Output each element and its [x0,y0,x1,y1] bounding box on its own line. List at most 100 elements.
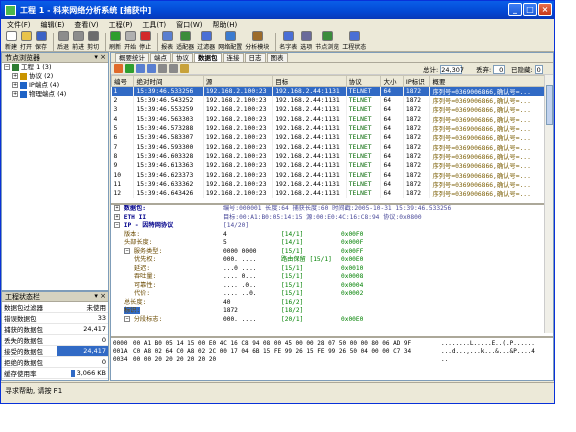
packet-row[interactable]: 7 15:39:46.593300 192.168.2.100:23 192.168.… [111,142,553,152]
tree-item[interactable]: + 协议 (2) [2,72,108,81]
decode-row[interactable]: 代价: .... ..0. [15/1] 0x0002 [111,290,545,299]
decode-row[interactable]: 延迟: ...0 .... [15/1] 0x0010 [111,265,545,274]
column-header[interactable]: 协议 [345,75,382,87]
column-icon[interactable] [158,64,167,73]
export-icon[interactable] [169,64,178,73]
cut-icon [87,31,99,41]
menu-item[interactable]: 文件(F) [7,20,31,30]
toolbar-separator [105,33,107,51]
expand-icon[interactable]: − [124,247,130,254]
stop-button[interactable]: 停止 [139,31,151,51]
menu-item[interactable]: 工程(P) [109,20,133,30]
packet-cell: 1872 [403,86,431,96]
menu-item[interactable]: 窗口(W) [176,20,202,30]
tab-5[interactable]: 日志 [244,53,266,62]
column-header[interactable]: 目标 [272,75,347,87]
adapter-button[interactable]: 适配器 [176,31,194,51]
menu-item[interactable]: 工具(T) [142,20,166,30]
project-status-button[interactable]: 工程状态 [342,31,366,51]
tree-item[interactable]: + IP端点 (4) [2,81,108,90]
decode-row[interactable]: 优先权: 000. .... 路由保留 [15/1] 0x00E0 [111,256,545,265]
refresh-button[interactable]: 刷新 [109,31,121,51]
new-button[interactable]: 新建 [5,31,17,51]
decode-row[interactable]: + 数据包: 编号:000001 长度:64 捕获长度:60 时间戳:2005-1… [111,205,545,214]
prev-icon[interactable] [114,64,123,73]
close-button[interactable]: × [538,3,552,16]
tree-item-label: 物理端点 (4) [29,90,67,98]
decode-row[interactable]: 标识: 1872 [18/2] [111,307,545,316]
forward-button[interactable]: 前进 [72,31,84,51]
expand-icon[interactable]: − [124,315,130,322]
tab-2[interactable]: 协议 [172,53,193,62]
decode-row[interactable]: 可靠性: .... .0.. [15/1] 0x0004 [111,282,545,291]
decode-icon[interactable] [180,64,189,73]
network-config-button[interactable]: 网络配置 [218,31,242,51]
open-button[interactable]: 打开 [20,31,32,51]
packet-row[interactable]: 9 15:39:46.613363 192.168.2.100:23 192.168.… [111,161,553,171]
decode-row[interactable]: + ETH II 目标:00:A1:B0:05:14:15 源:00:E0:4C:… [111,213,545,223]
packet-row[interactable]: 12 15:39:46.643426 192.168.2.100:23 192.168… [111,188,553,199]
menu-item[interactable]: 帮助(H) [212,20,237,30]
decode-row[interactable]: 吞吐量: .... 0... [15/1] 0x0008 [111,273,545,282]
find-icon[interactable] [147,64,156,73]
packet-row[interactable]: 11 15:39:46.633362 192.168.2.100:23 192.168… [111,179,553,189]
tab-0[interactable]: 概要统计 [115,53,149,62]
packet-row[interactable]: 1 15:39:46.533256 192.168.2.100:23 192.168.… [111,86,553,96]
module-button[interactable]: 分析模块 [245,31,269,51]
packet-row[interactable]: 10 15:39:46.623373 192.168.2.100:23 192.168… [111,170,553,180]
decode-row[interactable]: 总长度: 40 [16/2] [111,299,545,308]
packet-cell: 64 [380,105,404,115]
column-header[interactable]: IP标识 [402,75,431,87]
tab-1[interactable]: 端点 [150,53,171,62]
report-button[interactable]: 报表 [161,31,173,51]
node-browse-button[interactable]: 节点浏览 [315,31,339,51]
decode-row[interactable]: − 分段标志: 000. .... [20/1] 0x00E0 [111,315,545,325]
decode-row[interactable]: − IP - 因特网协议 [14/20] [111,222,545,231]
decode-row[interactable]: 头部长度: 5 [14/1] 0x000F [111,239,545,248]
decode-row[interactable]: − 服务类型: 0000 0000 [15/1] 0x00FF [111,247,545,257]
packet-row[interactable]: 5 15:39:46.573288 192.168.2.100:23 192.168.… [111,123,553,134]
minimize-button[interactable]: _ [508,3,522,16]
filter-icon[interactable] [136,64,145,73]
decode-mask: 0x000F [341,239,364,246]
menu-item[interactable]: 查看(V) [74,20,98,30]
decode-row[interactable]: 版本: 4 [14/1] 0x00F0 [111,231,545,240]
packet-row[interactable]: 8 15:39:46.603328 192.168.2.100:23 192.168.… [111,151,553,162]
column-header[interactable]: 概要 [429,75,553,87]
packet-row[interactable]: 6 15:39:46.583307 192.168.2.100:23 192.168.… [111,133,553,143]
decode-label: − IP - 因特网协议 [114,222,173,231]
filter-button[interactable]: 过滤器 [197,31,215,51]
save-button[interactable]: 保存 [35,31,47,51]
next-icon[interactable] [125,64,134,73]
expand-icon[interactable]: − [114,222,120,228]
cut-button[interactable]: 剪切 [87,31,99,51]
options-button[interactable]: 选项 [300,31,312,51]
column-header[interactable]: 大小 [380,75,404,87]
packet-row[interactable]: 4 15:39:46.563303 192.168.2.100:23 192.168.… [111,114,553,124]
expand-icon[interactable]: − [4,64,10,70]
back-button[interactable]: 后退 [57,31,69,51]
expand-icon[interactable]: + [12,73,18,79]
column-header[interactable]: 绝对时间 [133,75,204,87]
expand-icon[interactable]: + [12,91,18,97]
tree-item[interactable]: − 工程 1 (3) [2,63,108,72]
expand-icon[interactable]: + [114,213,120,220]
start-button[interactable]: 开始 [124,31,136,51]
packet-row[interactable]: 3 15:39:46.553259 192.168.2.100:23 192.168.… [111,105,553,115]
tab-3[interactable]: 数据包 [194,53,222,62]
expand-icon[interactable]: + [12,82,18,88]
packet-row[interactable]: 2 15:39:46.543252 192.168.2.100:23 192.168.… [111,96,553,106]
panel-close-icon[interactable]: ▾ × [94,53,106,61]
name-table-button[interactable]: 名字表 [279,31,297,51]
vertical-scrollbar[interactable] [544,75,553,333]
maximize-button[interactable]: □ [523,3,537,16]
tree-item[interactable]: + 物理端点 (4) [2,90,108,99]
tab-4[interactable]: 连接 [222,53,244,62]
expand-icon[interactable]: + [114,205,120,211]
panel-close-icon[interactable]: ▾ × [94,292,106,300]
column-header[interactable]: 编号 [111,75,135,87]
menu-item[interactable]: 编辑(E) [41,20,65,30]
scroll-thumb[interactable] [546,85,553,125]
column-header[interactable]: 源 [202,75,274,87]
tab-6[interactable]: 图表 [266,53,288,62]
